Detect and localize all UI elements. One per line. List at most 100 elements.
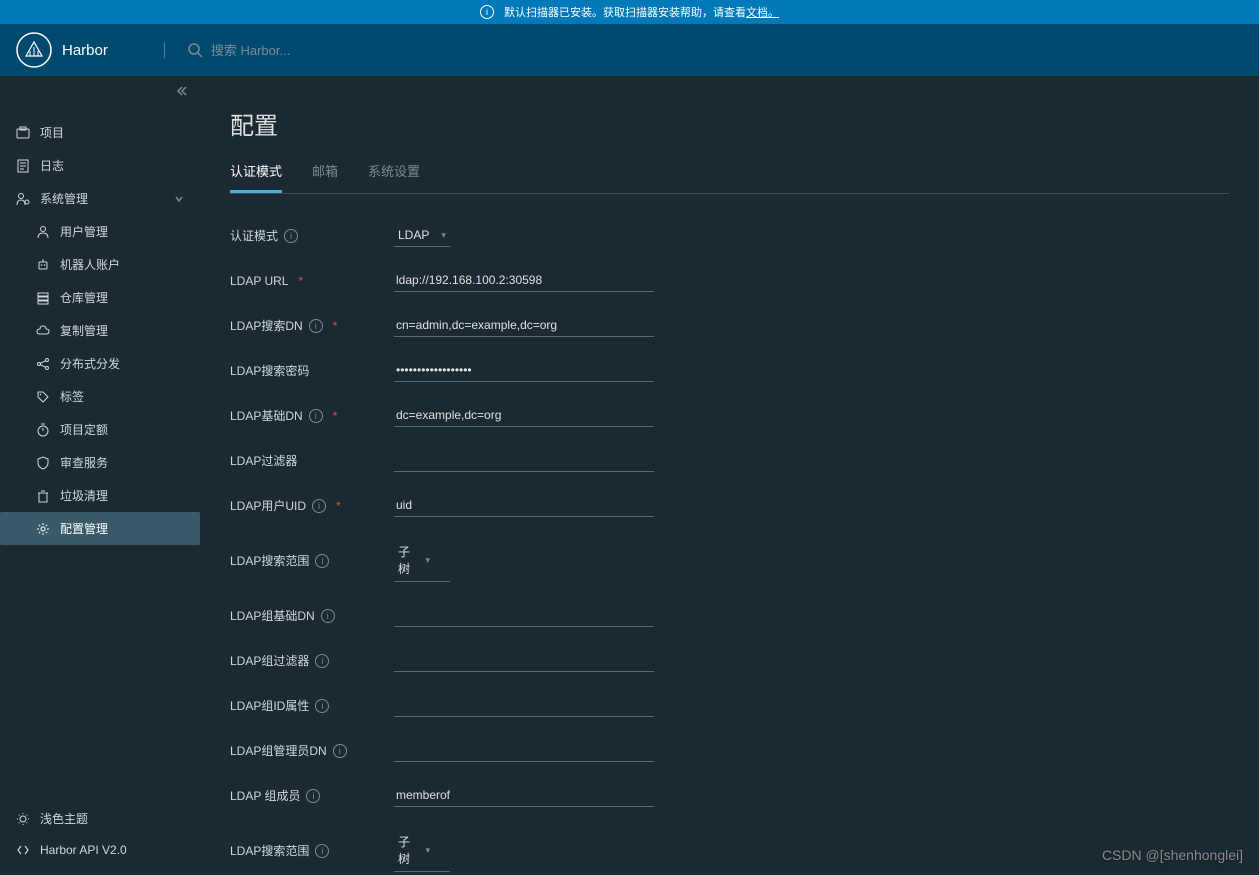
timer-icon bbox=[36, 423, 50, 437]
required-marker: * bbox=[333, 319, 338, 333]
sidebar-item-label: 配置管理 bbox=[60, 520, 108, 537]
ldap-url-input[interactable] bbox=[394, 269, 654, 292]
shield-icon bbox=[36, 456, 50, 470]
sidebar-item-robot[interactable]: 机器人账户 bbox=[0, 248, 200, 281]
info-icon[interactable]: i bbox=[309, 319, 323, 333]
info-icon[interactable]: i bbox=[306, 789, 320, 803]
admin-icon bbox=[16, 192, 30, 206]
projects-icon bbox=[16, 126, 30, 140]
ldap-search-pwd-input[interactable] bbox=[394, 359, 654, 382]
ldap-group-membership-label: LDAP 组成员 bbox=[230, 787, 300, 804]
sidebar-item-replication[interactable]: 复制管理 bbox=[0, 314, 200, 347]
required-marker: * bbox=[298, 274, 303, 288]
ldap-search-pwd-label: LDAP搜索密码 bbox=[230, 362, 309, 379]
sidebar-item-users[interactable]: 用户管理 bbox=[0, 215, 200, 248]
sidebar-footer: 浅色主题 Harbor API V2.0 bbox=[0, 792, 200, 875]
sidebar-item-interrogation[interactable]: 审查服务 bbox=[0, 446, 200, 479]
ldap-group-membership-input[interactable] bbox=[394, 784, 654, 807]
ldap-uid-label: LDAP用户UID bbox=[230, 497, 306, 514]
sidebar-item-labels[interactable]: 标签 bbox=[0, 380, 200, 413]
sidebar: 项目 日志 系统管理 用户管理 机器人账户 仓库管理 复制管理 分布式分发 标签… bbox=[0, 106, 200, 875]
search-icon bbox=[187, 42, 203, 58]
registries-icon bbox=[36, 291, 50, 305]
ldap-group-filter-label: LDAP组过滤器 bbox=[230, 652, 309, 669]
sidebar-item-label: Harbor API V2.0 bbox=[40, 843, 127, 857]
ldap-search-dn-input[interactable] bbox=[394, 314, 654, 337]
sidebar-item-label: 复制管理 bbox=[60, 322, 108, 339]
sidebar-item-label: 项目 bbox=[40, 124, 64, 141]
ldap-scope-label: LDAP搜索范围 bbox=[230, 552, 309, 569]
cloud-icon bbox=[36, 324, 50, 338]
info-icon[interactable]: i bbox=[333, 744, 347, 758]
sidebar-item-label: 机器人账户 bbox=[60, 256, 120, 273]
info-icon[interactable]: i bbox=[284, 229, 298, 243]
required-marker: * bbox=[333, 409, 338, 423]
code-icon bbox=[16, 843, 30, 857]
info-icon[interactable]: i bbox=[315, 699, 329, 713]
info-icon[interactable]: i bbox=[312, 499, 326, 513]
gear-icon bbox=[36, 522, 50, 536]
global-search[interactable] bbox=[164, 42, 411, 58]
sidebar-group-admin[interactable]: 系统管理 bbox=[0, 182, 200, 215]
ldap-uid-input[interactable] bbox=[394, 494, 654, 517]
tab-system[interactable]: 系统设置 bbox=[368, 161, 420, 193]
sidebar-item-projects[interactable]: 项目 bbox=[0, 116, 200, 149]
users-icon bbox=[36, 225, 50, 239]
sidebar-item-quotas[interactable]: 项目定额 bbox=[0, 413, 200, 446]
sidebar-item-label: 日志 bbox=[40, 157, 64, 174]
banner-doc-link[interactable]: 文档。 bbox=[746, 4, 779, 20]
ldap-group-admin-dn-input[interactable] bbox=[394, 739, 654, 762]
info-icon[interactable]: i bbox=[315, 844, 329, 858]
sidebar-item-registries[interactable]: 仓库管理 bbox=[0, 281, 200, 314]
ldap-url-label: LDAP URL bbox=[230, 274, 288, 288]
ldap-group-id-attr-input[interactable] bbox=[394, 694, 654, 717]
sidebar-item-gc[interactable]: 垃圾清理 bbox=[0, 479, 200, 512]
chevron-down-icon: ▾ bbox=[441, 230, 446, 241]
ldap-group-base-dn-label: LDAP组基础DN bbox=[230, 607, 315, 624]
ldap-scope2-select[interactable]: 子树▾ bbox=[394, 829, 450, 872]
logs-icon bbox=[16, 159, 30, 173]
search-input[interactable] bbox=[211, 43, 411, 58]
sidebar-item-config[interactable]: 配置管理 bbox=[0, 512, 200, 545]
trash-icon bbox=[36, 489, 50, 503]
banner-text: 默认扫描器已安装。获取扫描器安装帮助，请查看 bbox=[504, 4, 746, 20]
ldap-group-id-attr-label: LDAP组ID属性 bbox=[230, 697, 309, 714]
info-icon[interactable]: i bbox=[321, 609, 335, 623]
ldap-base-dn-label: LDAP基础DN bbox=[230, 407, 303, 424]
sidebar-item-api[interactable]: Harbor API V2.0 bbox=[0, 835, 200, 865]
info-icon[interactable]: i bbox=[315, 554, 329, 568]
sidebar-item-distribution[interactable]: 分布式分发 bbox=[0, 347, 200, 380]
sidebar-item-label: 项目定额 bbox=[60, 421, 108, 438]
brand-text: Harbor bbox=[62, 42, 108, 59]
chevron-double-left-icon bbox=[176, 85, 188, 97]
ldap-group-filter-input[interactable] bbox=[394, 649, 654, 672]
required-marker: * bbox=[336, 499, 341, 513]
harbor-logo[interactable]: Harbor bbox=[16, 32, 108, 68]
harbor-logo-icon bbox=[16, 32, 52, 68]
sidebar-item-theme[interactable]: 浅色主题 bbox=[0, 802, 200, 835]
chevron-down-icon: ▾ bbox=[425, 555, 430, 566]
ldap-group-admin-dn-label: LDAP组管理员DN bbox=[230, 742, 327, 759]
info-icon[interactable]: i bbox=[315, 654, 329, 668]
page-title: 配置 bbox=[230, 106, 1229, 141]
auth-mode-label: 认证模式 bbox=[230, 227, 278, 244]
app-header: Harbor bbox=[0, 24, 1259, 76]
ldap-search-dn-label: LDAP搜索DN bbox=[230, 317, 303, 334]
notification-banner: i 默认扫描器已安装。获取扫描器安装帮助，请查看 文档。 bbox=[0, 0, 1259, 24]
ldap-scope2-label: LDAP搜索范围 bbox=[230, 842, 309, 859]
tag-icon bbox=[36, 390, 50, 404]
tab-auth-mode[interactable]: 认证模式 bbox=[230, 161, 282, 193]
ldap-filter-input[interactable] bbox=[394, 449, 654, 472]
ldap-filter-label: LDAP过滤器 bbox=[230, 452, 297, 469]
sidebar-item-label: 分布式分发 bbox=[60, 355, 120, 372]
sidebar-item-logs[interactable]: 日志 bbox=[0, 149, 200, 182]
sidebar-item-label: 用户管理 bbox=[60, 223, 108, 240]
ldap-base-dn-input[interactable] bbox=[394, 404, 654, 427]
sidebar-collapse[interactable] bbox=[0, 76, 200, 106]
info-icon[interactable]: i bbox=[309, 409, 323, 423]
ldap-scope-select[interactable]: 子树▾ bbox=[394, 539, 450, 582]
ldap-group-base-dn-input[interactable] bbox=[394, 604, 654, 627]
auth-mode-select[interactable]: LDAP▾ bbox=[394, 224, 450, 247]
chevron-down-icon bbox=[174, 194, 184, 204]
tab-email[interactable]: 邮箱 bbox=[312, 161, 338, 193]
